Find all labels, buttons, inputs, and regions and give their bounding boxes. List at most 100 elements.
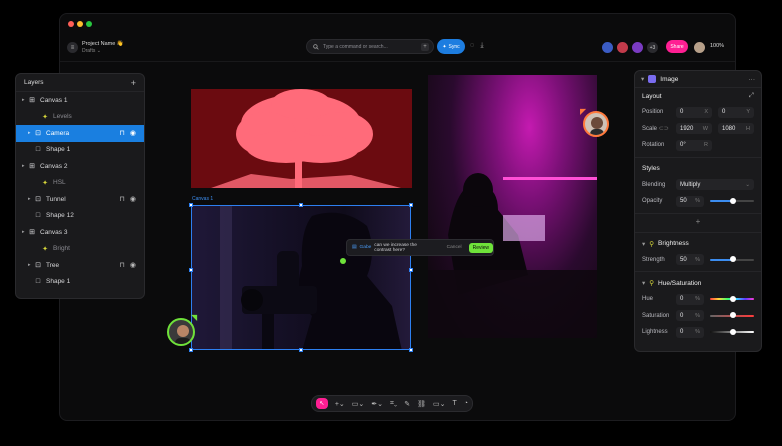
caret-icon[interactable]: ▸ xyxy=(22,229,28,235)
resize-handle[interactable] xyxy=(409,203,413,207)
camera-image[interactable] xyxy=(191,205,411,350)
saturation-input[interactable]: 0% xyxy=(676,310,704,322)
layer-item[interactable]: ▸ ⊡ Tunnel ⊓ ◉ xyxy=(16,191,144,208)
opacity-input[interactable]: 50% xyxy=(676,195,704,207)
hue-unit: % xyxy=(695,296,700,303)
rotation-input[interactable]: 0° R xyxy=(676,139,712,151)
zoom-level[interactable]: 100% xyxy=(710,43,724,49)
strength-slider[interactable] xyxy=(710,256,754,263)
link-icon[interactable]: ⊂⊃ xyxy=(659,126,669,132)
caret-icon[interactable]: ▸ xyxy=(28,196,34,202)
zoom-dot[interactable] xyxy=(86,21,92,27)
slider-knob[interactable] xyxy=(730,295,736,302)
lightness-input[interactable]: 0% xyxy=(676,326,704,338)
layer-item[interactable]: ▸ ⊞ Canvas 1 xyxy=(16,92,144,109)
search-icon xyxy=(313,43,319,50)
crop-tool-icon[interactable]: ⌗⌄ xyxy=(390,400,397,408)
resize-handle[interactable] xyxy=(189,268,193,272)
hue-title: Hue/Saturation xyxy=(658,279,702,287)
collapse-icon[interactable]: ▾ xyxy=(642,240,645,248)
lock-icon[interactable]: ⊓ xyxy=(119,195,124,203)
eye-icon[interactable]: ◉ xyxy=(130,129,136,137)
avatar[interactable] xyxy=(631,41,644,54)
layer-item[interactable]: ▸ ⊞ Canvas 3 xyxy=(16,224,144,241)
eye-icon[interactable]: ◉ xyxy=(130,195,136,203)
add-adjustment-icon[interactable]: + xyxy=(635,217,761,229)
eyedropper-icon[interactable]: ✎ xyxy=(404,400,410,408)
caret-icon[interactable]: ▸ xyxy=(28,130,34,136)
opacity-slider[interactable] xyxy=(710,197,754,204)
layer-item[interactable]: ▸ ⊞ Canvas 2 xyxy=(16,158,144,175)
project-name[interactable]: Project Name 👋 xyxy=(82,41,124,47)
collapse-icon[interactable]: ▾ xyxy=(642,279,645,287)
comment-review-button[interactable]: Review xyxy=(468,242,493,253)
height-input[interactable]: 1080 H xyxy=(718,123,754,135)
layer-item[interactable]: □ Shape 1 xyxy=(16,142,144,159)
slider-knob[interactable] xyxy=(730,328,736,335)
layer-item[interactable]: ✦ HSL xyxy=(16,175,144,192)
position-row: Position 0X 0Y xyxy=(635,104,761,121)
resize-handle[interactable] xyxy=(189,348,193,352)
layer-item[interactable]: ✦ Bright xyxy=(16,241,144,258)
lock-icon[interactable]: ⊓ xyxy=(119,129,124,137)
move-tool-icon[interactable]: +⌄ xyxy=(335,400,345,408)
lightness-slider[interactable] xyxy=(710,328,754,335)
comment-tool-icon[interactable]: ◔ xyxy=(464,400,468,407)
download-icon[interactable]: ⤓ xyxy=(478,42,486,50)
saturation-slider[interactable] xyxy=(710,312,754,319)
link-icon[interactable]: ⛓ xyxy=(417,400,426,408)
hue-input[interactable]: 0% xyxy=(676,293,704,305)
expand-icon[interactable]: ⤢ xyxy=(749,92,754,100)
caret-icon[interactable]: ▸ xyxy=(22,163,28,169)
chat-icon[interactable]: ◌ xyxy=(468,42,476,50)
y-input[interactable]: 0Y xyxy=(718,106,754,118)
resize-handle[interactable] xyxy=(299,203,303,207)
text-tool-icon[interactable]: T xyxy=(452,400,456,407)
x-input[interactable]: 0X xyxy=(676,106,712,118)
tree-image[interactable] xyxy=(191,89,412,188)
resize-handle[interactable] xyxy=(409,348,413,352)
user-avatar[interactable] xyxy=(693,41,706,54)
avatar[interactable] xyxy=(601,41,614,54)
blending-select[interactable]: Multiply ⌄ xyxy=(676,179,754,191)
select-tool-icon[interactable]: ↖ xyxy=(316,398,328,409)
avatar[interactable] xyxy=(616,41,629,54)
caret-icon[interactable]: ▸ xyxy=(28,262,34,268)
strength-input[interactable]: 50% xyxy=(676,254,704,266)
plus-icon[interactable]: + xyxy=(421,43,429,51)
frame-tool-icon[interactable]: ▭⌄ xyxy=(352,400,364,408)
add-layer-icon[interactable]: + xyxy=(131,78,136,88)
resize-handle[interactable] xyxy=(189,203,193,207)
resize-handle[interactable] xyxy=(409,268,413,272)
more-icon[interactable]: ··· xyxy=(749,76,756,83)
close-dot[interactable] xyxy=(68,21,74,27)
project-folder[interactable]: Drafts ⌄ xyxy=(82,48,101,54)
slider-knob[interactable] xyxy=(730,256,736,263)
avatars-more[interactable]: +3 xyxy=(646,41,659,54)
comment-cancel-button[interactable]: Cancel xyxy=(447,245,462,250)
rectangle-tool-icon[interactable]: ▭⌄ xyxy=(433,400,445,408)
slider-knob[interactable] xyxy=(730,312,736,319)
hue-slider[interactable] xyxy=(710,295,754,302)
layer-item[interactable]: □ Shape 12 xyxy=(16,208,144,225)
share-button[interactable]: Share xyxy=(666,40,688,53)
eye-icon[interactable]: ◉ xyxy=(130,261,136,269)
slider-knob[interactable] xyxy=(730,197,736,204)
collapse-icon[interactable]: ▾ xyxy=(641,75,644,83)
resize-handle[interactable] xyxy=(299,348,303,352)
width-input[interactable]: 1920 W xyxy=(676,123,712,135)
minimize-dot[interactable] xyxy=(77,21,83,27)
layer-item[interactable]: ▸ ⊡ Tree ⊓ ◉ xyxy=(16,257,144,274)
layer-item[interactable]: ▸ ⊡ Camera ⊓ ◉ xyxy=(16,125,144,142)
tunnel-image[interactable] xyxy=(428,75,597,338)
layer-item[interactable]: ✦ Levels xyxy=(16,109,144,126)
pen-tool-icon[interactable]: ✒⌄ xyxy=(371,400,383,408)
sync-button[interactable]: ✦ Sync xyxy=(437,39,465,54)
command-search[interactable]: Type a command or search... + xyxy=(306,39,434,54)
caret-icon[interactable]: ▸ xyxy=(22,97,28,103)
menu-icon[interactable]: ≡ xyxy=(67,42,78,53)
lock-icon[interactable]: ⊓ xyxy=(119,261,124,269)
comment-pin[interactable] xyxy=(340,258,346,264)
saturation-value: 0 xyxy=(680,312,684,319)
layer-item[interactable]: □ Shape 1 xyxy=(16,274,144,291)
